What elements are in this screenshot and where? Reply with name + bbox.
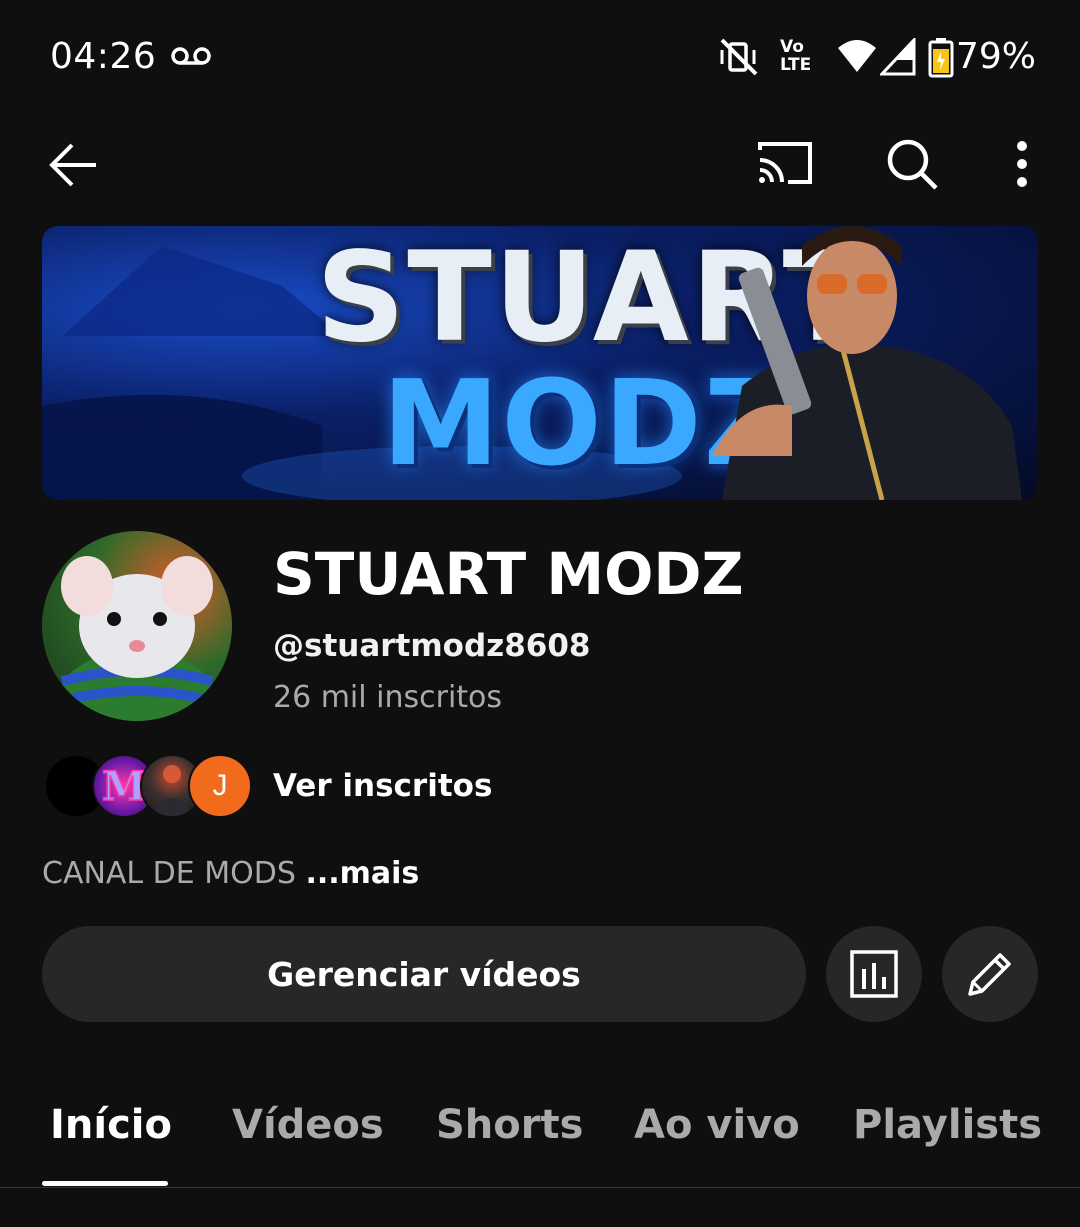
manage-videos-button[interactable]: Gerenciar vídeos — [42, 926, 806, 1022]
tab-ao-vivo[interactable]: Ao vivo — [634, 1102, 800, 1148]
banner-character-image — [712, 226, 1022, 500]
channel-banner: STUART MODZ — [42, 226, 1038, 500]
voicemail-icon — [171, 47, 211, 65]
status-bar: 04:26 Vo LTE 79% — [0, 0, 1080, 115]
description-more-link[interactable]: ...mais — [305, 856, 419, 891]
battery-icon — [928, 38, 954, 78]
search-icon[interactable] — [884, 136, 940, 192]
subscriber-avatar: J — [188, 754, 252, 818]
tab-shorts[interactable]: Shorts — [436, 1102, 583, 1148]
pencil-icon — [968, 953, 1011, 996]
volte-icon: Vo LTE — [780, 38, 826, 78]
channel-handle: @stuartmodz8608 — [273, 628, 591, 664]
more-vertical-icon[interactable] — [1004, 138, 1040, 190]
tab-videos[interactable]: Vídeos — [232, 1102, 384, 1148]
volte-line2: LTE — [780, 55, 812, 75]
battery-percent: 79% — [956, 36, 1037, 77]
wifi-icon — [838, 40, 876, 72]
tabs-divider — [0, 1187, 1080, 1188]
active-tab-indicator — [42, 1181, 168, 1186]
mouse-avatar-image — [57, 556, 217, 721]
analytics-button[interactable] — [826, 926, 922, 1022]
channel-avatar[interactable] — [42, 531, 232, 721]
channel-name: STUART MODZ — [273, 540, 744, 608]
description-text: CANAL DE MODS — [42, 856, 306, 891]
tab-inicio[interactable]: Início — [50, 1102, 172, 1148]
status-time: 04:26 — [50, 36, 157, 77]
see-subscribers-link[interactable]: Ver inscritos — [273, 768, 492, 804]
back-arrow-icon[interactable] — [46, 138, 100, 192]
vibrate-off-icon — [720, 38, 758, 76]
subscriber-avatars[interactable]: M J — [44, 754, 254, 818]
subscriber-count: 26 mil inscritos — [273, 680, 503, 715]
channel-description[interactable]: CANAL DE MODS ...mais — [42, 856, 419, 891]
volte-line1: Vo — [780, 37, 804, 57]
signal-icon — [880, 38, 916, 76]
edit-channel-button[interactable] — [942, 926, 1038, 1022]
channel-tabs: Início Vídeos Shorts Ao vivo Playlists — [0, 1090, 1080, 1190]
cast-icon[interactable] — [756, 138, 814, 188]
tab-playlists[interactable]: Playlists — [853, 1102, 1042, 1148]
bar-chart-icon — [850, 950, 898, 998]
